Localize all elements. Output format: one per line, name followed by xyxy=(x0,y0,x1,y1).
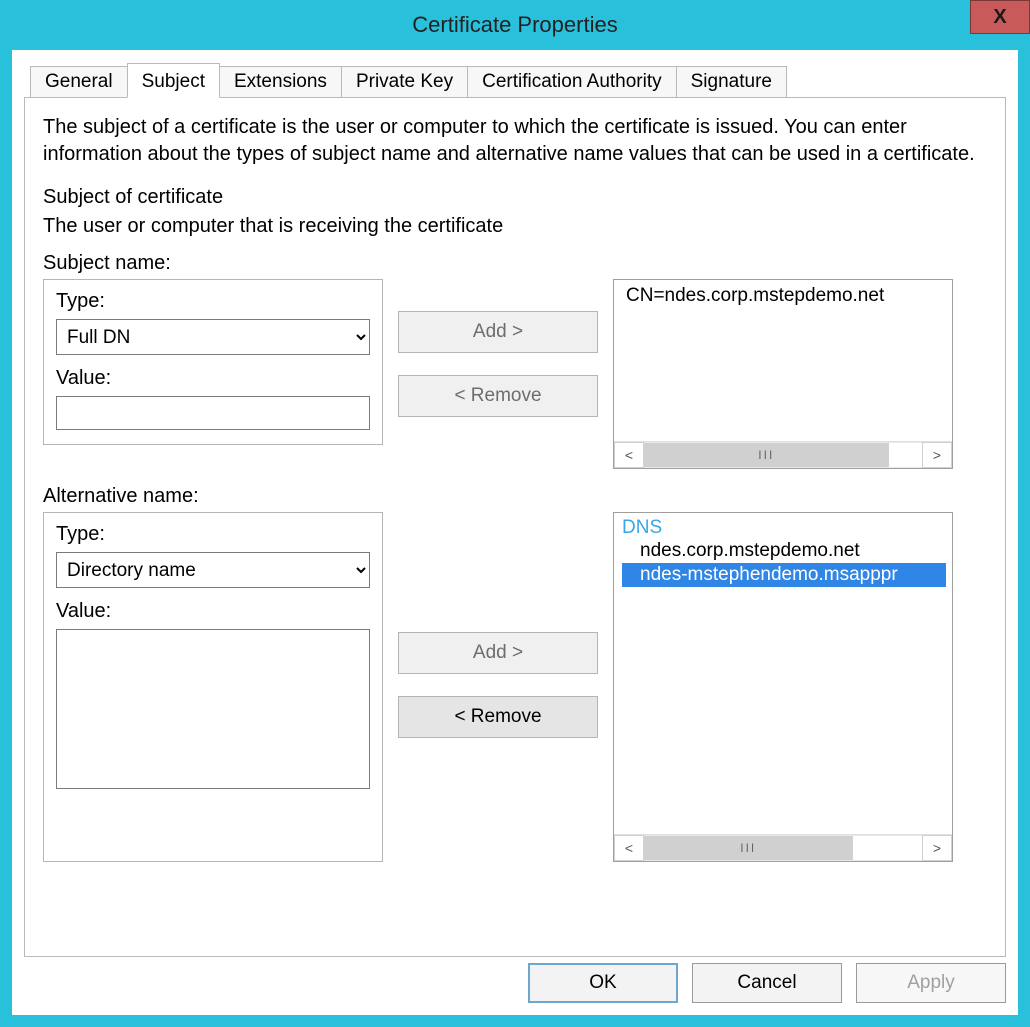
button-label: < Remove xyxy=(454,385,541,406)
listbox-items: CN=ndes.corp.mstepdemo.net xyxy=(614,280,952,441)
subject-name-listbox[interactable]: CN=ndes.corp.mstepdemo.net < III > xyxy=(613,279,953,469)
horizontal-scrollbar[interactable]: < III > xyxy=(614,441,952,468)
scroll-thumb[interactable]: III xyxy=(644,443,889,467)
value-label: Value: xyxy=(56,367,370,390)
button-label: Add > xyxy=(473,642,523,663)
grip-icon: III xyxy=(740,841,756,855)
alternative-name-listbox[interactable]: DNS ndes.corp.mstepdemo.net ndes-mstephe… xyxy=(613,512,953,862)
section-subtitle: The user or computer that is receiving t… xyxy=(43,215,987,238)
tab-label: Certification Authority xyxy=(482,71,662,92)
alternative-name-label: Alternative name: xyxy=(43,485,987,508)
tab-label: Private Key xyxy=(356,71,453,92)
subject-name-row: Type: Full DN Value: Add > < Remove xyxy=(43,279,987,469)
button-label: Add > xyxy=(473,321,523,342)
dialog-body: General Subject Extensions Private Key C… xyxy=(12,50,1018,1015)
alternative-name-group: Type: Directory name Value: xyxy=(43,512,383,862)
dialog-footer: OK Cancel Apply xyxy=(24,957,1006,1003)
alt-add-button[interactable]: Add > xyxy=(398,632,598,674)
tab-label: General xyxy=(45,71,113,92)
button-label: < Remove xyxy=(454,706,541,727)
button-label: Cancel xyxy=(737,972,796,993)
scroll-right-icon[interactable]: > xyxy=(922,442,952,468)
horizontal-scrollbar[interactable]: < III > xyxy=(614,834,952,861)
subject-name-label: Subject name: xyxy=(43,252,987,275)
tab-certification-authority[interactable]: Certification Authority xyxy=(467,66,677,98)
button-label: Apply xyxy=(907,972,955,993)
tab-signature[interactable]: Signature xyxy=(676,66,787,98)
close-button[interactable]: X xyxy=(970,0,1030,34)
apply-button[interactable]: Apply xyxy=(856,963,1006,1003)
intro-text: The subject of a certificate is the user… xyxy=(43,114,987,168)
tab-label: Subject xyxy=(142,71,205,92)
subject-add-button[interactable]: Add > xyxy=(398,311,598,353)
scroll-track[interactable]: III xyxy=(644,835,922,861)
ok-button[interactable]: OK xyxy=(528,963,678,1003)
tab-subject[interactable]: Subject xyxy=(127,63,220,98)
window-frame: Certificate Properties X General Subject… xyxy=(0,0,1030,1027)
list-category: DNS xyxy=(622,517,946,539)
tab-label: Extensions xyxy=(234,71,327,92)
alt-value-input[interactable] xyxy=(56,629,370,789)
tab-panel-subject: The subject of a certificate is the user… xyxy=(24,97,1006,957)
titlebar[interactable]: Certificate Properties X xyxy=(12,0,1018,50)
tab-general[interactable]: General xyxy=(30,66,128,98)
subject-name-group: Type: Full DN Value: xyxy=(43,279,383,445)
list-item[interactable]: CN=ndes.corp.mstepdemo.net xyxy=(622,284,946,308)
tab-label: Signature xyxy=(691,71,772,92)
value-label: Value: xyxy=(56,600,370,623)
tab-private-key[interactable]: Private Key xyxy=(341,66,468,98)
list-item-selected[interactable]: ndes-mstephendemo.msapppr xyxy=(622,563,946,587)
scroll-left-icon[interactable]: < xyxy=(614,442,644,468)
cancel-button[interactable]: Cancel xyxy=(692,963,842,1003)
alt-remove-button[interactable]: < Remove xyxy=(398,696,598,738)
type-label: Type: xyxy=(56,290,370,313)
subject-value-input[interactable] xyxy=(56,396,370,430)
tab-extensions[interactable]: Extensions xyxy=(219,66,342,98)
close-icon: X xyxy=(993,6,1006,29)
type-label: Type: xyxy=(56,523,370,546)
window-title: Certificate Properties xyxy=(412,12,617,38)
section-title: Subject of certificate xyxy=(43,186,987,209)
grip-icon: III xyxy=(758,448,774,462)
list-item[interactable]: ndes.corp.mstepdemo.net xyxy=(622,539,946,563)
button-label: OK xyxy=(589,972,616,993)
alternative-name-row: Type: Directory name Value: Add > < Remo… xyxy=(43,512,987,862)
scroll-left-icon[interactable]: < xyxy=(614,835,644,861)
scroll-track[interactable]: III xyxy=(644,442,922,468)
subject-remove-button[interactable]: < Remove xyxy=(398,375,598,417)
subject-type-select[interactable]: Full DN xyxy=(56,319,370,355)
alt-type-select[interactable]: Directory name xyxy=(56,552,370,588)
scroll-thumb[interactable]: III xyxy=(644,836,853,860)
listbox-items: DNS ndes.corp.mstepdemo.net ndes-mstephe… xyxy=(614,513,952,834)
tab-strip: General Subject Extensions Private Key C… xyxy=(24,62,1006,97)
scroll-right-icon[interactable]: > xyxy=(922,835,952,861)
